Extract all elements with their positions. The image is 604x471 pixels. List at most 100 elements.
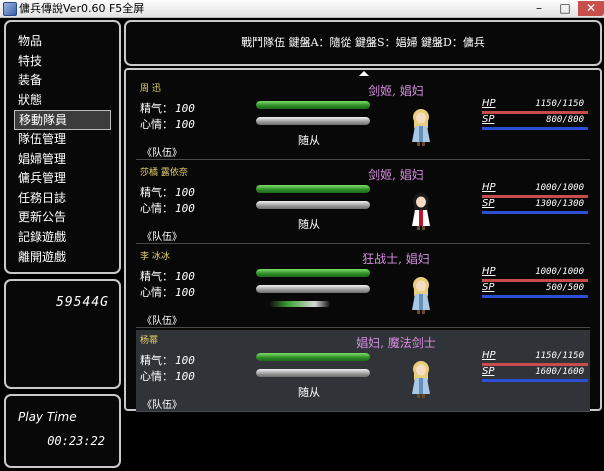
heart-label: 心情： <box>140 118 173 131</box>
member-classes: 狂战士, 娼妇 <box>362 252 430 266</box>
energy-bar-fill <box>256 101 370 109</box>
party-member-row[interactable]: 周 迅剑姬, 娼妇 精气： 100 心情： 100 随从 《队伍》 HP 1150/1150 SP… <box>136 78 590 160</box>
member-status: 随从 <box>298 218 320 231</box>
menu-item-1[interactable]: 特技 <box>6 52 119 72</box>
sp-label: SP <box>482 282 495 293</box>
sp-label: SP <box>482 114 495 125</box>
app-icon <box>3 2 17 16</box>
member-team: 《队伍》 <box>142 148 182 159</box>
party-member-row[interactable]: 李 冰冰 狂战士, 娼妇 精气： 100 心情： 100 《队伍》 HP 1000/1000 SP… <box>136 246 590 328</box>
energy-stat: 精气： 100 <box>140 184 195 200</box>
member-team: 《队伍》 <box>142 400 182 411</box>
sp-label: SP <box>482 198 495 209</box>
status-transition-fill <box>270 301 330 307</box>
energy-value: 100 <box>175 186 195 199</box>
heart-bar <box>256 369 370 377</box>
member-classes: 剑姬, 娼妇 <box>368 84 424 98</box>
menu-item-0[interactable]: 物品 <box>6 32 119 52</box>
heart-bar <box>256 201 370 209</box>
sp-label: SP <box>482 366 495 377</box>
member-name: 李 冰冰 <box>140 252 170 262</box>
window-titlebar[interactable]: 傭兵傳說Ver0.60 F5全屏 – □ ✕ <box>0 0 604 18</box>
menu-item-3[interactable]: 狀態 <box>6 91 119 111</box>
hp-label: HP <box>482 350 496 361</box>
close-button[interactable]: ✕ <box>578 1 604 16</box>
hp-value: 1000/1000 <box>535 267 584 277</box>
heart-value: 100 <box>175 370 195 383</box>
energy-bar <box>256 353 370 361</box>
heart-bar <box>256 285 370 293</box>
menu-item-7[interactable]: 傭兵管理 <box>6 169 119 189</box>
command-menu: 物品 特技 装备 狀態 移動隊員 隊伍管理 娼婦管理 傭兵管理 任務日誌 更新公告 記錄遊戲 離開遊戲 <box>4 20 121 274</box>
energy-value: 100 <box>175 270 195 283</box>
heart-stat: 心情： 100 <box>140 284 195 300</box>
menu-item-9[interactable]: 更新公告 <box>6 208 119 228</box>
heart-bar-fill <box>256 201 370 209</box>
member-status: 随从 <box>298 134 320 147</box>
heart-bar-fill <box>256 369 370 377</box>
energy-label: 精气： <box>140 270 173 283</box>
blonde-girl-portrait-icon <box>406 358 436 398</box>
energy-bar <box>256 185 370 193</box>
member-name: 莎橘 露依奈 <box>140 168 188 178</box>
energy-label: 精气： <box>140 354 173 367</box>
heart-bar <box>256 117 370 125</box>
command-menu-list: 物品 特技 装备 狀態 移動隊員 隊伍管理 娼婦管理 傭兵管理 任務日誌 更新公告 記錄遊戲 離開遊戲 <box>6 32 119 267</box>
minimize-button[interactable]: – <box>526 1 552 16</box>
hp-gauge <box>482 111 588 114</box>
hp-value: 1000/1000 <box>535 183 584 193</box>
menu-item-2[interactable]: 装备 <box>6 71 119 91</box>
sp-gauge <box>482 211 588 214</box>
member-team: 《队伍》 <box>142 232 182 243</box>
status-transition-bar <box>270 301 330 307</box>
heart-bar-fill <box>256 285 370 293</box>
sp-gauge <box>482 379 588 382</box>
sp-value: 500/500 <box>546 283 584 293</box>
energy-bar <box>256 269 370 277</box>
member-name: 周 迅 <box>140 84 161 94</box>
scroll-up-arrow-icon[interactable] <box>359 71 369 76</box>
sp-value: 1600/1600 <box>535 367 584 377</box>
menu-item-4[interactable]: 移動隊員 <box>14 110 111 130</box>
hp-value: 1150/1150 <box>535 99 584 109</box>
heart-label: 心情： <box>140 202 173 215</box>
blonde-girl-portrait-icon <box>406 274 436 314</box>
heart-value: 100 <box>175 202 195 215</box>
menu-item-6[interactable]: 娼婦管理 <box>6 150 119 170</box>
sp-gauge <box>482 295 588 298</box>
party-member-row[interactable]: 莎橘 露依奈 剑姬, 娼妇 精气： 100 心情： 100 随从 《队伍》 HP 1000/100… <box>136 162 590 244</box>
party-member-list[interactable]: 周 迅剑姬, 娼妇 精气： 100 心情： 100 随从 《队伍》 HP 1150/1150 SP… <box>124 68 602 412</box>
energy-label: 精气： <box>140 102 173 115</box>
energy-stat: 精气： 100 <box>140 268 195 284</box>
heart-stat: 心情： 100 <box>140 200 195 216</box>
hp-gauge <box>482 279 588 282</box>
hp-gauge <box>482 195 588 198</box>
heart-value: 100 <box>175 118 195 131</box>
sp-gauge <box>482 127 588 130</box>
gold-value: 59544G <box>56 295 109 310</box>
play-time-label: Play Time <box>18 410 77 424</box>
energy-value: 100 <box>175 354 195 367</box>
hp-label: HP <box>482 98 496 109</box>
hp-label: HP <box>482 266 496 277</box>
menu-item-5[interactable]: 隊伍管理 <box>6 130 119 150</box>
energy-stat: 精气： 100 <box>140 100 195 116</box>
energy-label: 精气： <box>140 186 173 199</box>
heart-stat: 心情： 100 <box>140 116 195 132</box>
blonde-girl-portrait-icon <box>406 106 436 146</box>
party-member-row[interactable]: 杨幂 娼妇, 魔法剑士 精气： 100 心情： 100 随从 《队伍》 HP 1150/1150 S… <box>136 330 590 412</box>
energy-value: 100 <box>175 102 195 115</box>
member-status: 随从 <box>298 386 320 399</box>
member-name: 杨幂 <box>140 336 159 346</box>
hp-label: HP <box>482 182 496 193</box>
menu-item-8[interactable]: 任務日誌 <box>6 189 119 209</box>
heart-bar-fill <box>256 117 370 125</box>
energy-stat: 精气： 100 <box>140 352 195 368</box>
heart-stat: 心情： 100 <box>140 368 195 384</box>
energy-bar-fill <box>256 269 370 277</box>
maximize-button[interactable]: □ <box>552 1 578 16</box>
menu-item-11[interactable]: 離開遊戲 <box>6 248 119 268</box>
party-help-header: 戰鬥隊伍 鍵盤A：隨從 鍵盤S：娼婦 鍵盤D：傭兵 <box>124 20 602 66</box>
menu-item-10[interactable]: 記錄遊戲 <box>6 228 119 248</box>
heart-label: 心情： <box>140 286 173 299</box>
